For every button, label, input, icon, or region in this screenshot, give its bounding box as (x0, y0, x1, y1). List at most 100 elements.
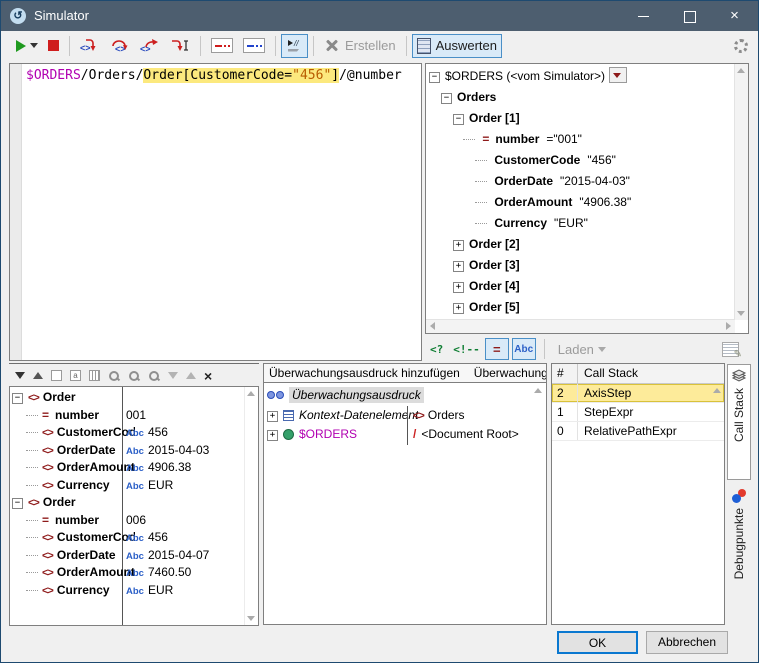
minimize-button[interactable] (621, 1, 666, 31)
close-button[interactable]: × (712, 1, 757, 31)
result-row[interactable]: <>OrderDate Abc2015-04-03 (12, 442, 244, 460)
tree-row[interactable]: +Order [4] (429, 276, 734, 297)
result-row[interactable]: <>CustomerCode Abc456 (12, 424, 244, 442)
watch-row[interactable]: +Kontext-Datenelement <>Orders (267, 406, 530, 426)
expand-icon[interactable]: + (267, 411, 278, 422)
titlebar[interactable]: ↺ Simulator × (1, 1, 758, 31)
collapse-icon[interactable]: − (12, 393, 23, 404)
collapse-icon[interactable]: − (12, 498, 23, 509)
source-dropdown-button[interactable] (609, 67, 627, 83)
call-stack-row[interactable]: 2 AxisStep (552, 384, 724, 403)
laden-dropdown[interactable]: Laden (558, 342, 606, 357)
tree-row[interactable]: =number="001" (429, 129, 734, 150)
collapse-icon[interactable]: − (453, 114, 464, 125)
expand-icon[interactable]: + (453, 240, 464, 251)
tree-row-root[interactable]: −$ORDERS (<vom Simulator>) (429, 66, 734, 87)
watch-row[interactable]: Überwachungsausdruck (267, 386, 530, 406)
cancel-button[interactable]: Abbrechen (646, 631, 728, 654)
scroll-down-icon[interactable] (247, 616, 255, 621)
clear-results-icon[interactable]: × (204, 369, 212, 383)
insert-tracepoint-button[interactable] (238, 34, 270, 58)
tree-row[interactable]: Currency"EUR" (429, 213, 734, 234)
move-down-icon[interactable] (15, 372, 25, 379)
copy-text-icon[interactable]: a (70, 370, 81, 381)
collapse-icon[interactable]: − (441, 93, 452, 104)
result-row[interactable]: <>OrderAmount Abc7460.50 (12, 564, 244, 582)
scroll-down-icon[interactable] (737, 311, 745, 316)
expand-icon[interactable]: + (453, 282, 464, 293)
tree-row[interactable]: OrderDate"2015-04-03" (429, 171, 734, 192)
find-prev-icon[interactable] (148, 370, 160, 382)
step-over-button[interactable]: <> (105, 34, 135, 58)
move-up-icon[interactable] (33, 372, 43, 379)
call-stack-row[interactable]: 0 RelativePathExpr (552, 422, 724, 441)
scroll-up-icon[interactable] (534, 388, 542, 393)
remove-watch-button[interactable]: Überwachungsausdruck (474, 366, 547, 380)
expression-editor[interactable]: $ORDERS/Orders/Order[CustomerCode="456"]… (9, 63, 422, 361)
result-row[interactable]: <>CustomerCode Abc456 (12, 529, 244, 547)
step-out-button[interactable]: <> (135, 34, 165, 58)
tab-debugpunkte[interactable]: Debugpunkte (727, 484, 751, 618)
edit-document-icon[interactable] (722, 342, 739, 357)
tree-row[interactable]: CustomerCode"456" (429, 150, 734, 171)
node-label: number (495, 132, 539, 146)
attribute-icon: = (42, 408, 49, 422)
prev-result-icon[interactable] (186, 372, 196, 379)
tree-row[interactable]: +Order [5] (429, 297, 734, 318)
find-next-icon[interactable] (128, 370, 140, 382)
expand-icon[interactable]: + (453, 261, 464, 272)
text-toggle[interactable]: Abc (512, 338, 536, 360)
tree-row[interactable]: −Orders (429, 87, 734, 108)
attributes-toggle[interactable]: = (485, 338, 509, 360)
collapse-icon[interactable]: − (429, 72, 440, 83)
evaluate-on-typing-toggle[interactable]: // (281, 34, 308, 58)
watch-row[interactable]: +$ORDERS /<Document Root> (267, 425, 530, 445)
result-row[interactable]: <>Currency AbcEUR (12, 582, 244, 600)
scroll-up-icon[interactable] (713, 388, 721, 393)
tree-row[interactable]: +Order [3] (429, 255, 734, 276)
settings-gear-icon[interactable] (734, 39, 748, 53)
scroll-left-icon[interactable] (430, 322, 435, 330)
processing-instruction-toggle-icon[interactable]: <? (430, 343, 443, 356)
run-to-cursor-button[interactable] (165, 34, 195, 58)
copy-icon[interactable] (51, 370, 62, 381)
horizontal-scrollbar[interactable] (426, 319, 735, 333)
abc-type-icon: Abc (126, 446, 144, 457)
comment-toggle-icon[interactable]: <!-- (453, 343, 480, 356)
tree-row[interactable]: OrderAmount"4906.38" (429, 192, 734, 213)
stop-button[interactable] (43, 34, 64, 58)
result-row[interactable]: <>OrderAmount Abc4906.38 (12, 459, 244, 477)
maximize-button[interactable] (667, 1, 712, 31)
result-row[interactable]: <>OrderDate Abc2015-04-07 (12, 547, 244, 565)
node-value: 456 (148, 425, 168, 439)
result-row[interactable]: −<>Order (12, 389, 244, 407)
result-row[interactable]: <>Currency AbcEUR (12, 477, 244, 495)
find-icon[interactable] (108, 370, 120, 382)
expand-icon[interactable]: + (453, 303, 464, 314)
scroll-right-icon[interactable] (726, 322, 731, 330)
erstellen-button[interactable]: Erstellen (319, 34, 401, 58)
result-row[interactable]: −<>Order (12, 494, 244, 512)
scroll-up-icon[interactable] (737, 68, 745, 73)
vertical-scrollbar[interactable] (734, 64, 748, 320)
add-watch-button[interactable]: Überwachungsausdruck hinzufügen (269, 366, 460, 380)
insert-breakpoint-button[interactable] (206, 34, 238, 58)
auswerten-button[interactable]: Auswerten (412, 34, 502, 58)
run-button[interactable] (11, 34, 43, 58)
result-row[interactable]: =number 001 (12, 407, 244, 425)
tab-call-stack[interactable]: Call Stack (727, 364, 751, 480)
call-stack-row[interactable]: 1 StepExpr (552, 403, 724, 422)
ok-button[interactable]: OK (557, 631, 638, 654)
column-number-header[interactable]: # (552, 364, 578, 383)
next-result-icon[interactable] (168, 372, 178, 379)
result-row[interactable]: =number 006 (12, 512, 244, 530)
column-name-header[interactable]: Call Stack (578, 364, 638, 383)
tree-row[interactable]: +Order [2] (429, 234, 734, 255)
expand-icon[interactable]: + (267, 430, 278, 441)
scroll-up-icon[interactable] (247, 391, 255, 396)
vertical-scrollbar[interactable] (244, 387, 258, 625)
columns-icon[interactable] (89, 370, 100, 381)
element-icon: <> (42, 462, 53, 474)
tree-row[interactable]: −Order [1] (429, 108, 734, 129)
step-into-button[interactable]: <> (75, 34, 105, 58)
